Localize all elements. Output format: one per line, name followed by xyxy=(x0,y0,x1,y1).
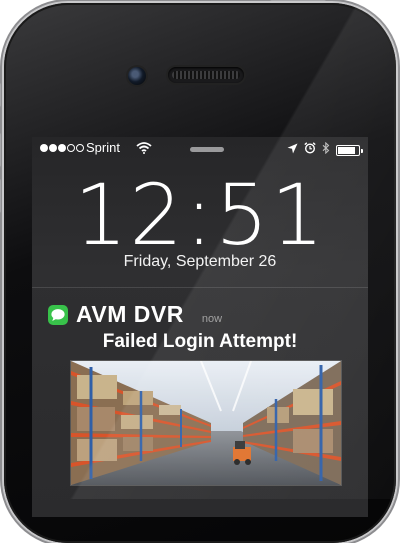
front-camera xyxy=(128,67,146,85)
wifi-icon xyxy=(136,141,152,159)
status-bar: Sprint xyxy=(38,139,363,159)
carrier-name: Sprint xyxy=(86,140,120,155)
battery-icon xyxy=(336,144,363,156)
mute-switch xyxy=(0,83,1,107)
warehouse-photo[interactable] xyxy=(70,360,342,486)
earpiece-speaker xyxy=(168,67,244,83)
lock-screen-date: Friday, September 26 xyxy=(123,253,277,270)
alarm-icon xyxy=(304,141,316,159)
signal-dot xyxy=(49,144,57,152)
notification-divider xyxy=(32,287,368,288)
signal-strength-icon xyxy=(40,144,84,152)
messages-icon xyxy=(48,305,68,325)
lock-screen-time: 12:51 xyxy=(73,166,327,264)
notification-time: now xyxy=(201,313,223,325)
signal-dot xyxy=(76,144,84,152)
signal-dot xyxy=(40,144,48,152)
notification-center-handle[interactable] xyxy=(190,147,224,152)
volume-down-button xyxy=(0,179,1,213)
notification-message[interactable]: Failed Login Attempt! xyxy=(32,331,368,353)
signal-dot xyxy=(58,144,66,152)
notification-app-name: AVM DVR xyxy=(76,301,184,327)
volume-up-button xyxy=(0,133,1,167)
bluetooth-icon xyxy=(322,141,330,159)
location-arrow-icon xyxy=(287,141,298,159)
signal-dot xyxy=(67,144,75,152)
lock-screen: Sprint 12:51 Friday, September 26 AVM DV… xyxy=(32,137,368,517)
notification-header[interactable]: AVM DVR now xyxy=(48,301,222,328)
power-button xyxy=(270,0,326,1)
